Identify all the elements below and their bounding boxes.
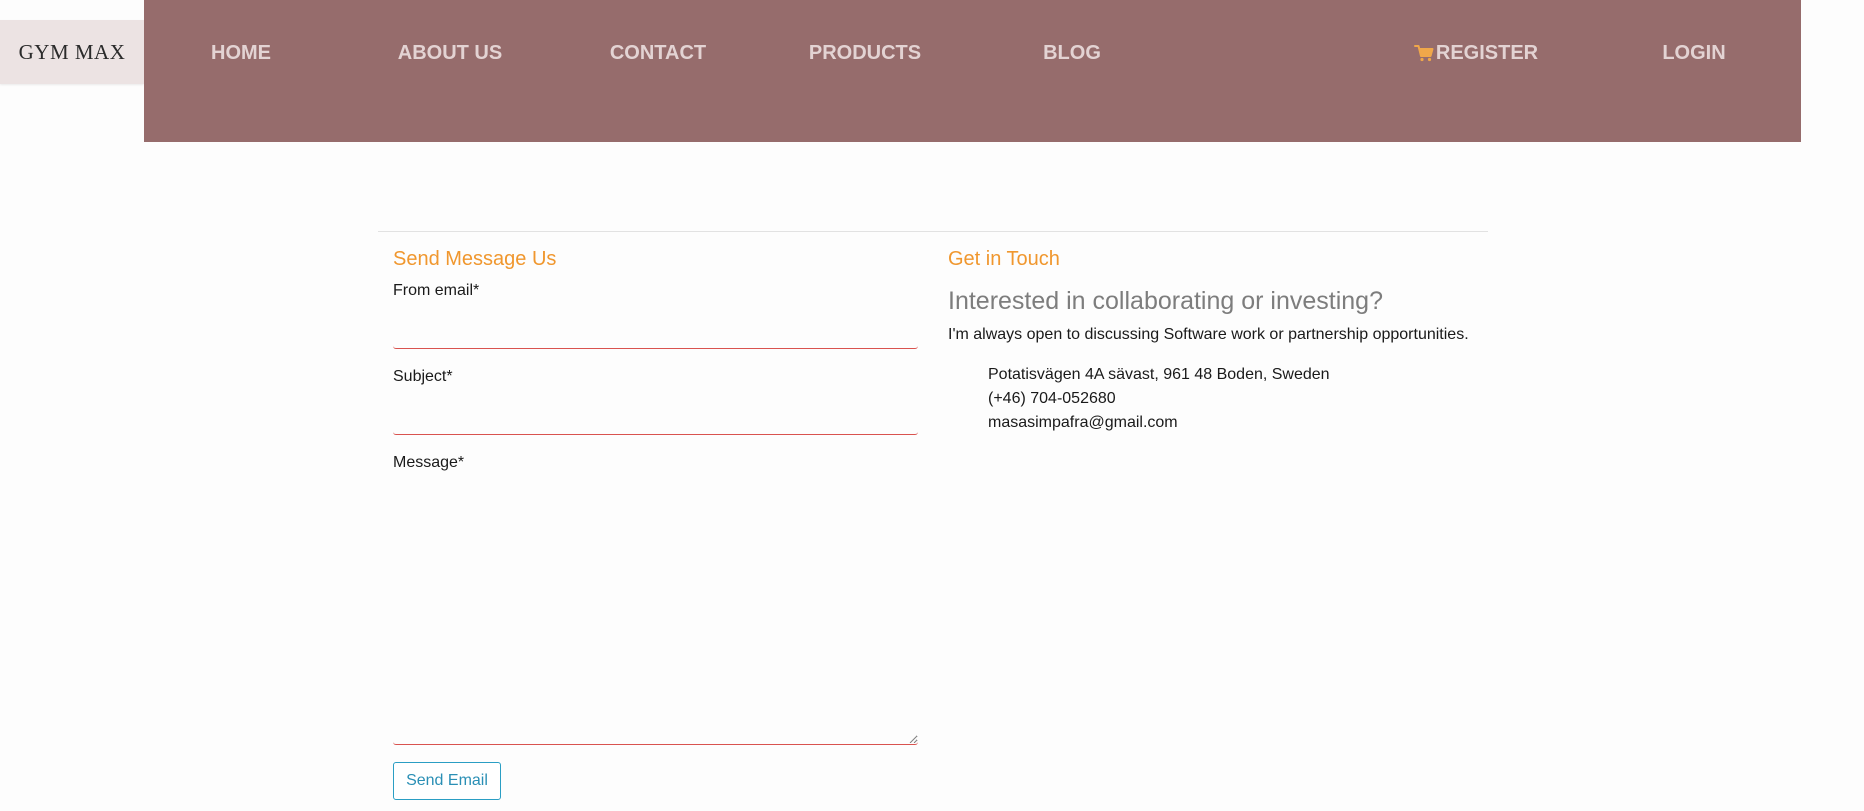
form-title: Send Message Us [393, 248, 557, 270]
nav-contact[interactable]: CONTACT [610, 41, 706, 65]
page: GYM MAX HOME ABOUT US CONTACT PRODUCTS B… [0, 0, 1864, 811]
message-field[interactable] [393, 480, 918, 745]
brand-logo[interactable]: GYM MAX [0, 20, 144, 84]
contact-address: Potatisvägen 4A sävast, 961 48 Boden, Sw… [988, 366, 1330, 383]
nav-about-us[interactable]: ABOUT US [398, 41, 502, 65]
message-label: Message* [393, 454, 465, 471]
nav-home[interactable]: HOME [211, 41, 271, 65]
brand-name: GYM MAX [18, 39, 126, 64]
shopping-cart-icon[interactable] [1414, 44, 1434, 62]
contact-phone: (+46) 704-052680 [988, 390, 1116, 407]
nav-blog[interactable]: BLOG [1043, 41, 1101, 65]
navbar: HOME ABOUT US CONTACT PRODUCTS BLOG REGI… [144, 0, 1801, 142]
nav-register[interactable]: REGISTER [1436, 41, 1538, 65]
contact-heading: Interested in collaborating or investing… [948, 287, 1383, 315]
subject-label: Subject* [393, 368, 453, 385]
contact-title: Get in Touch [948, 248, 1060, 270]
resize-grip-icon[interactable] [909, 735, 917, 743]
nav-login[interactable]: LOGIN [1662, 41, 1725, 65]
email-field[interactable] [393, 317, 918, 349]
section-divider [378, 231, 1488, 232]
send-email-button[interactable]: Send Email [393, 762, 501, 800]
contact-email: masasimpafra@gmail.com [988, 414, 1178, 431]
subject-field[interactable] [393, 403, 918, 435]
nav-products[interactable]: PRODUCTS [809, 41, 921, 65]
email-label: From email* [393, 282, 480, 299]
contact-description: I'm always open to discussing Software w… [948, 326, 1469, 343]
